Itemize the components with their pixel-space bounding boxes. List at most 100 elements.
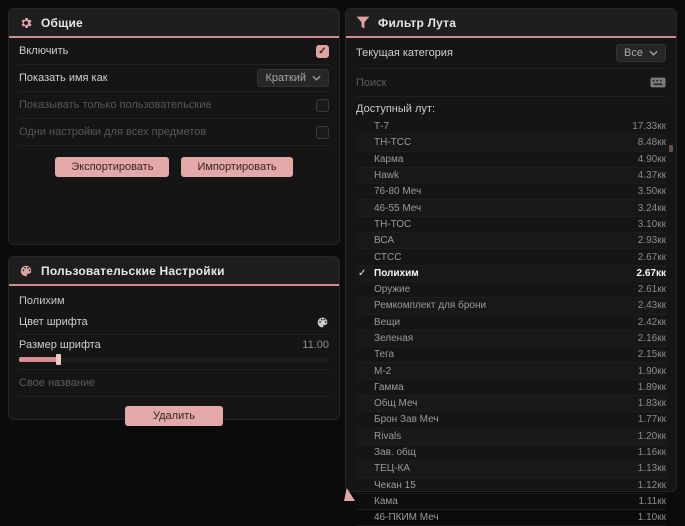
loot-item-row[interactable]: Гамма 1.89кк [356,380,666,397]
loot-item-value: 3.24кк [637,202,666,214]
category-value: Все [624,47,643,59]
loot-item-name: Брон Зав Меч [374,414,439,426]
loot-item-name: Полихим [374,267,419,279]
show-name-as-dropdown[interactable]: Краткий [257,69,329,87]
loot-list-label: Доступный лут: [356,103,436,115]
loot-item-name: Ремкомплект для брони [374,300,487,312]
loot-item-value: 2.16кк [637,333,666,344]
search-input[interactable] [356,76,650,89]
loot-item-value: 1.89кк [637,381,666,393]
loot-item-value: 1.90кк [637,365,666,377]
loot-item-row[interactable]: Оружие 2.61кк [356,282,666,299]
loot-item-name: Тега [374,349,395,361]
enable-row[interactable]: Включить ✓ [19,38,329,65]
loot-item-row[interactable]: Чекан 15 1.12кк [356,478,666,494]
loot-item-value: 1.11кк [638,495,666,507]
loot-item-value: 1.83кк [637,398,666,410]
loot-item-row[interactable]: 76-80 Меч 3.50кк [356,184,666,201]
loot-item-value: 17.33кк [632,121,666,133]
loot-item-name: Гамма [374,381,404,393]
loot-item-name: Общ Меч [374,398,418,410]
loot-item-row[interactable]: ВСА 2.93кк [356,233,666,250]
show-name-as-label: Показать имя как [19,72,108,84]
palette-icon [19,264,33,278]
loot-item-value: 1.16кк [637,447,666,459]
category-label: Текущая категория [356,47,453,59]
slider-handle[interactable] [56,354,61,365]
loot-item-row[interactable]: Карма 4.90кк [356,152,666,168]
loot-item-value: 1.12кк [637,479,666,491]
export-button[interactable]: Экспортировать [55,157,170,177]
category-row: Текущая категория Все [356,38,666,69]
loot-item-row[interactable]: ✓ Полихим 2.67кк [356,266,666,282]
loot-item-row[interactable]: СТСС 2.67кк [356,249,666,266]
user-settings-panel-title: Пользовательские Настройки [41,263,225,278]
loot-item-value: 1.20кк [637,430,666,442]
loot-item-value: 2.67кк [636,267,666,279]
same-settings-checkbox[interactable] [316,125,329,139]
font-color-row[interactable]: Цвет шрифта [19,310,329,335]
loot-item-value: 2.93кк [637,235,666,247]
loot-item-row[interactable]: ТЕЦ-КА 1.13кк [356,461,666,478]
loot-filter-panel-title: Фильтр Лута [378,15,457,30]
same-settings-row: Одни настройки для всех предметов [19,119,329,146]
color-picker-icon[interactable] [316,316,329,329]
custom-name-input[interactable] [19,377,329,389]
loot-item-name: СТСС [374,251,402,263]
loot-item-row[interactable]: Ремкомплект для брони 2.43кк [356,298,666,315]
loot-item-name: Чекан 15 [374,479,416,491]
loot-item-name: 76-80 Меч [374,186,422,198]
loot-item-row[interactable]: М-2 1.90кк [356,363,666,380]
import-button[interactable]: Импортировать [181,157,293,177]
loot-item-name: Зеленая [374,333,414,344]
loot-item-row[interactable]: Т-7 17.33кк [356,119,666,136]
loot-item-value: 2.43кк [637,300,666,312]
funnel-icon [356,16,370,29]
show-name-as-row: Показать имя как Краткий [19,65,329,92]
loot-item-name: ТЕЦ-КА [374,463,411,475]
loot-item-row[interactable]: Брон Зав Меч 1.77кк [356,412,666,429]
keyboard-icon[interactable] [650,77,666,88]
loot-item-name: 46-ПКИМ Меч [374,512,439,524]
loot-filter-panel-header: Фильтр Лута [346,9,676,38]
loot-item-row[interactable]: 46-ПКИМ Меч 1.10кк [356,510,666,526]
loot-item-row[interactable]: Общ Меч 1.83кк [356,396,666,413]
enable-checkbox[interactable]: ✓ [316,44,329,58]
user-settings-panel-header: Пользовательские Настройки [9,257,339,286]
loot-item-row[interactable]: Hawk 4.37кк [356,168,666,185]
loot-item-name: ТН-ТОС [374,218,412,230]
loot-item-name: Вещи [374,316,401,328]
loot-item-name: ВСА [374,235,395,247]
loot-item-value: 8.48кк [637,137,666,149]
gear-icon [19,16,33,30]
loot-item-value: 2.42кк [637,316,666,328]
enable-label: Включить [19,45,69,57]
only-custom-label: Показывать только пользовательские [19,99,212,111]
loot-item-value: 2.61кк [637,284,666,296]
loot-filter-panel: Фильтр Лута Текущая категория Все Доступ… [344,8,677,526]
loot-item-row[interactable]: Зеленая 2.16кк [356,331,666,348]
loot-item-name: Зав. общ [374,447,416,459]
chevron-down-icon [649,50,658,56]
scrollbar-thumb[interactable] [669,145,673,152]
selected-item-name: Полихим [19,295,65,307]
loot-item-value: 4.37кк [637,170,666,182]
chevron-down-icon [312,75,321,81]
loot-item-row[interactable]: 46-55 Меч 3.24кк [356,200,666,217]
loot-item-row[interactable]: Rivals 1.20кк [356,429,666,445]
delete-button[interactable]: Удалить [125,406,223,426]
resize-grip[interactable] [344,488,355,501]
loot-item-row[interactable]: ТН-ТОС 3.10кк [356,217,666,234]
loot-item-value: 1.13кк [637,463,666,475]
font-size-slider[interactable] [19,354,329,370]
loot-item-value: 2.15кк [637,349,666,361]
loot-item-row[interactable]: ТН-ТСС 8.48кк [356,135,666,152]
slider-track[interactable] [19,354,329,365]
loot-item-row[interactable]: Вещи 2.42кк [356,315,666,331]
user-settings-panel: Пользовательские Настройки Полихим Цвет … [8,256,340,426]
loot-item-row[interactable]: Тега 2.15кк [356,347,666,364]
only-custom-row: Показывать только пользовательские [19,92,329,119]
loot-item-row[interactable]: Зав. общ 1.16кк [356,445,666,462]
category-dropdown[interactable]: Все [616,44,666,62]
only-custom-checkbox[interactable] [316,98,329,112]
